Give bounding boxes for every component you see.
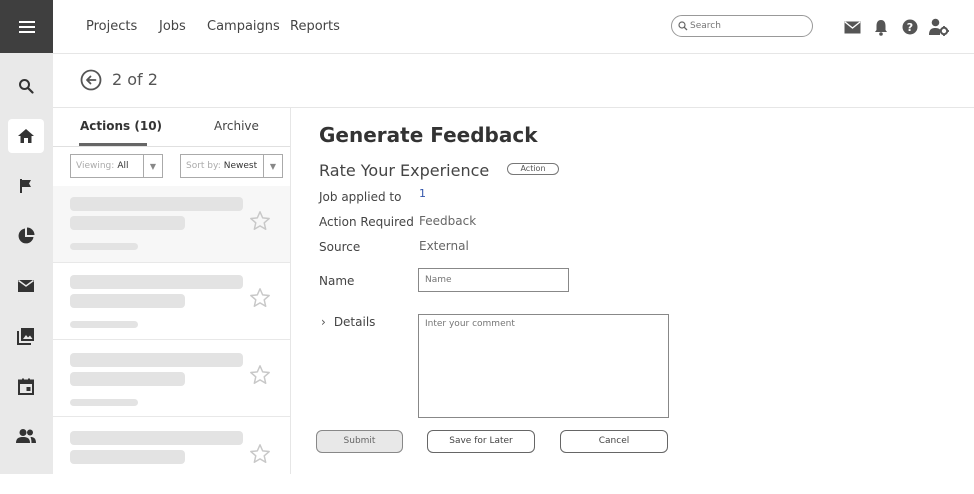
skeleton-line xyxy=(70,216,185,230)
chevron-down-icon: ▼ xyxy=(143,155,162,177)
flag-icon[interactable] xyxy=(8,169,44,203)
nav-jobs[interactable]: Jobs xyxy=(159,19,186,34)
field-value-source: External xyxy=(419,239,469,253)
menu-icon[interactable] xyxy=(0,0,53,53)
user-settings-icon[interactable] xyxy=(929,17,949,37)
sort-select[interactable]: Sort by: Newest ▼ xyxy=(180,154,283,178)
chevron-right-icon: › xyxy=(321,315,326,329)
search-icon[interactable] xyxy=(8,69,44,103)
chevron-down-icon: ▼ xyxy=(263,155,282,177)
pie-chart-icon[interactable] xyxy=(8,219,44,253)
feedback-form: Generate Feedback Rate Your Experience A… xyxy=(291,108,974,474)
skeleton-line xyxy=(70,399,138,406)
search-icon xyxy=(678,21,688,31)
image-icon[interactable] xyxy=(8,319,44,353)
details-toggle[interactable]: › Details xyxy=(321,315,375,329)
tab-archive[interactable]: Archive xyxy=(214,119,259,133)
details-label: Details xyxy=(333,315,376,329)
home-icon[interactable] xyxy=(8,119,44,153)
skeleton-line xyxy=(70,372,185,386)
field-label-source: Source xyxy=(319,240,361,254)
viewing-value: All xyxy=(117,161,129,171)
nav-campaigns[interactable]: Campaigns xyxy=(207,19,280,34)
page-title: Generate Feedback xyxy=(319,123,538,147)
star-icon[interactable] xyxy=(249,287,271,309)
skeleton-line xyxy=(70,431,243,445)
status-badge: Action xyxy=(507,163,559,175)
actions-list-panel: Actions (10) Archive Viewing: All ▼ Sort… xyxy=(53,108,291,474)
job-link[interactable]: 1 xyxy=(419,187,426,200)
submit-button[interactable]: Submit xyxy=(316,430,403,453)
skeleton-line xyxy=(70,243,138,250)
skeleton-line xyxy=(70,353,243,367)
list-item[interactable] xyxy=(53,340,290,417)
tab-divider xyxy=(53,146,290,147)
list-item[interactable] xyxy=(53,186,290,263)
skeleton-line xyxy=(70,275,243,289)
mail-icon[interactable] xyxy=(8,269,44,303)
nav-projects[interactable]: Projects xyxy=(86,19,137,34)
viewing-label: Viewing: xyxy=(76,161,115,171)
skeleton-line xyxy=(70,450,185,464)
pager-text: 2 of 2 xyxy=(112,70,158,89)
skeleton-line xyxy=(70,294,185,308)
name-label: Name xyxy=(319,274,355,288)
cancel-button[interactable]: Cancel xyxy=(560,430,668,453)
field-label-action: Action Required xyxy=(319,215,414,229)
calendar-icon[interactable] xyxy=(8,369,44,403)
comment-textarea[interactable] xyxy=(418,314,669,418)
list-item[interactable] xyxy=(53,263,290,340)
star-icon[interactable] xyxy=(249,210,271,232)
people-icon[interactable] xyxy=(8,419,44,453)
skeleton-line xyxy=(70,197,243,211)
top-bar: Projects Jobs Campaigns Reports ? xyxy=(53,0,974,54)
tab-actions[interactable]: Actions (10) xyxy=(80,119,162,133)
help-icon[interactable]: ? xyxy=(900,17,920,37)
sort-label: Sort by: xyxy=(186,161,221,171)
form-subtitle: Rate Your Experience xyxy=(319,161,490,180)
bell-icon[interactable] xyxy=(871,17,891,37)
field-value-action: Feedback xyxy=(419,214,477,228)
skeleton-line xyxy=(70,321,138,328)
search-input[interactable] xyxy=(688,21,800,31)
viewing-select[interactable]: Viewing: All ▼ xyxy=(70,154,163,178)
sort-value: Newest xyxy=(223,161,258,171)
name-input[interactable] xyxy=(418,268,569,292)
svg-text:?: ? xyxy=(907,21,913,34)
save-for-later-button[interactable]: Save for Later xyxy=(427,430,535,453)
search-box[interactable] xyxy=(671,15,813,37)
mail-icon[interactable] xyxy=(842,17,862,37)
star-icon[interactable] xyxy=(249,443,271,465)
field-label-job: Job applied to xyxy=(319,190,402,204)
star-icon[interactable] xyxy=(249,364,271,386)
list-item[interactable] xyxy=(53,417,290,494)
sidebar xyxy=(0,0,53,474)
sub-header: 2 of 2 xyxy=(53,54,974,108)
nav-reports[interactable]: Reports xyxy=(290,19,340,34)
back-arrow-icon[interactable] xyxy=(80,69,102,91)
